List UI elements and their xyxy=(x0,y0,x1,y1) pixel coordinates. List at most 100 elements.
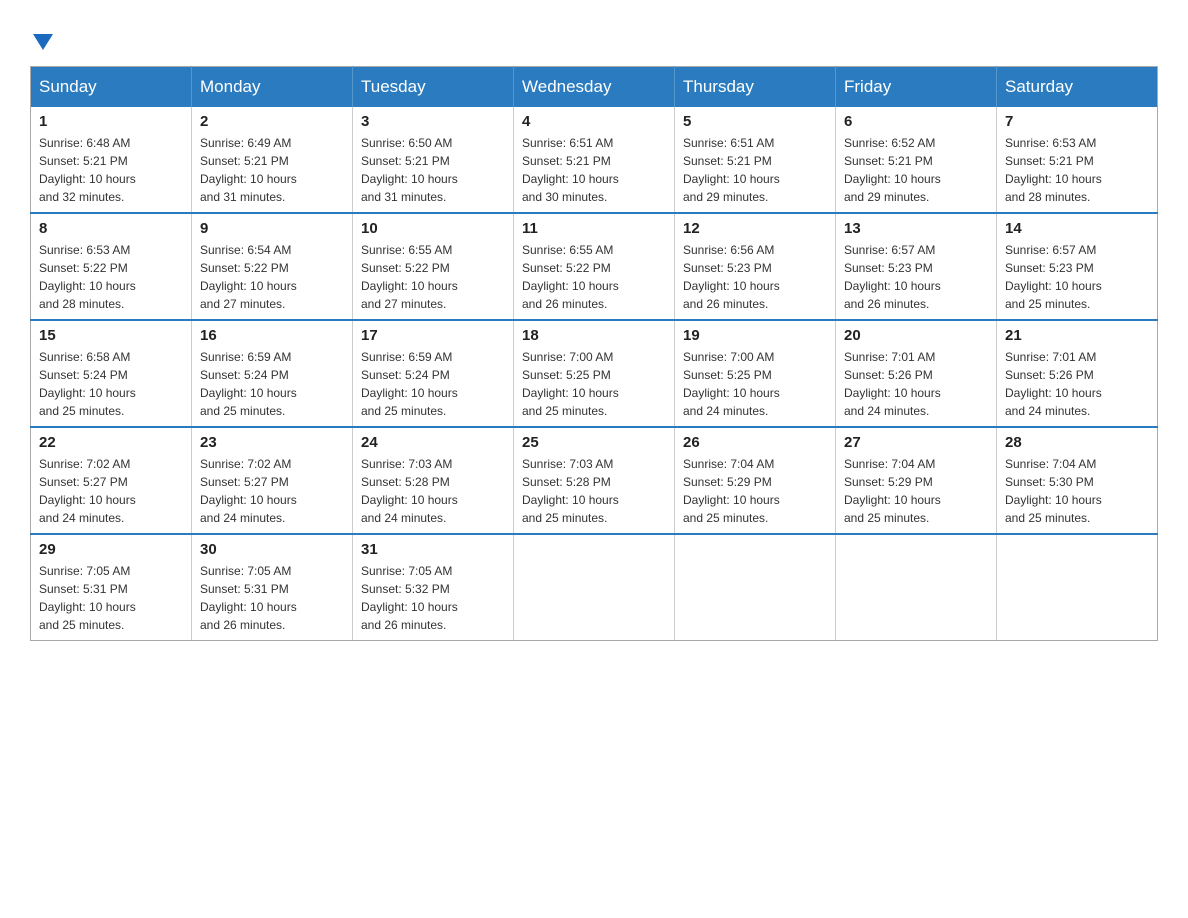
day-number: 19 xyxy=(683,327,827,344)
calendar-cell: 22 Sunrise: 7:02 AMSunset: 5:27 PMDayligh… xyxy=(31,427,192,534)
day-number: 17 xyxy=(361,327,505,344)
day-number: 6 xyxy=(844,113,988,130)
day-info: Sunrise: 7:05 AMSunset: 5:31 PMDaylight:… xyxy=(39,562,183,634)
calendar-cell: 8Sunrise: 6:53 AMSunset: 5:22 PMDaylight… xyxy=(31,213,192,320)
calendar-cell: 2 Sunrise: 6:49 AMSunset: 5:21 PMDaylight… xyxy=(192,107,353,213)
day-info: Sunrise: 6:51 AMSunset: 5:21 PMDaylight:… xyxy=(683,134,827,206)
calendar-cell: 3 Sunrise: 6:50 AMSunset: 5:21 PMDaylight… xyxy=(353,107,514,213)
calendar-cell: 4 Sunrise: 6:51 AMSunset: 5:21 PMDaylight… xyxy=(514,107,675,213)
day-info: Sunrise: 6:57 AMSunset: 5:23 PMDaylight:… xyxy=(844,241,988,313)
calendar-header-tuesday: Tuesday xyxy=(353,67,514,108)
day-number: 5 xyxy=(683,113,827,130)
calendar-table: SundayMondayTuesdayWednesdayThursdayFrid… xyxy=(30,66,1158,641)
day-number: 14 xyxy=(1005,220,1149,237)
day-info: Sunrise: 6:59 AMSunset: 5:24 PMDaylight:… xyxy=(200,348,344,420)
day-info: Sunrise: 7:03 AMSunset: 5:28 PMDaylight:… xyxy=(522,455,666,527)
day-number: 2 xyxy=(200,113,344,130)
day-number: 12 xyxy=(683,220,827,237)
day-info: Sunrise: 6:51 AMSunset: 5:21 PMDaylight:… xyxy=(522,134,666,206)
calendar-week-row: 22 Sunrise: 7:02 AMSunset: 5:27 PMDayligh… xyxy=(31,427,1158,534)
day-info: Sunrise: 6:55 AMSunset: 5:22 PMDaylight:… xyxy=(361,241,505,313)
calendar-cell: 17 Sunrise: 6:59 AMSunset: 5:24 PMDayligh… xyxy=(353,320,514,427)
day-number: 15 xyxy=(39,327,183,344)
day-info: Sunrise: 6:48 AMSunset: 5:21 PMDaylight:… xyxy=(39,134,183,206)
day-number: 8 xyxy=(39,220,183,237)
calendar-cell: 9 Sunrise: 6:54 AMSunset: 5:22 PMDaylight… xyxy=(192,213,353,320)
day-number: 25 xyxy=(522,434,666,451)
calendar-header-wednesday: Wednesday xyxy=(514,67,675,108)
day-number: 22 xyxy=(39,434,183,451)
day-info: Sunrise: 6:52 AMSunset: 5:21 PMDaylight:… xyxy=(844,134,988,206)
day-info: Sunrise: 7:00 AMSunset: 5:25 PMDaylight:… xyxy=(522,348,666,420)
day-info: Sunrise: 6:55 AMSunset: 5:22 PMDaylight:… xyxy=(522,241,666,313)
calendar-week-row: 8Sunrise: 6:53 AMSunset: 5:22 PMDaylight… xyxy=(31,213,1158,320)
calendar-cell xyxy=(836,534,997,641)
calendar-week-row: 29 Sunrise: 7:05 AMSunset: 5:31 PMDayligh… xyxy=(31,534,1158,641)
day-info: Sunrise: 7:05 AMSunset: 5:32 PMDaylight:… xyxy=(361,562,505,634)
calendar-cell: 5 Sunrise: 6:51 AMSunset: 5:21 PMDaylight… xyxy=(675,107,836,213)
calendar-cell: 13 Sunrise: 6:57 AMSunset: 5:23 PMDayligh… xyxy=(836,213,997,320)
day-number: 7 xyxy=(1005,113,1149,130)
calendar-cell: 25 Sunrise: 7:03 AMSunset: 5:28 PMDayligh… xyxy=(514,427,675,534)
calendar-header-thursday: Thursday xyxy=(675,67,836,108)
calendar-header-monday: Monday xyxy=(192,67,353,108)
calendar-cell: 1 Sunrise: 6:48 AMSunset: 5:21 PMDaylight… xyxy=(31,107,192,213)
day-number: 3 xyxy=(361,113,505,130)
calendar-cell: 19 Sunrise: 7:00 AMSunset: 5:25 PMDayligh… xyxy=(675,320,836,427)
calendar-cell: 6 Sunrise: 6:52 AMSunset: 5:21 PMDaylight… xyxy=(836,107,997,213)
day-number: 31 xyxy=(361,541,505,558)
day-number: 1 xyxy=(39,113,183,130)
day-info: Sunrise: 6:59 AMSunset: 5:24 PMDaylight:… xyxy=(361,348,505,420)
day-number: 30 xyxy=(200,541,344,558)
calendar-cell: 20 Sunrise: 7:01 AMSunset: 5:26 PMDayligh… xyxy=(836,320,997,427)
calendar-cell: 12 Sunrise: 6:56 AMSunset: 5:23 PMDayligh… xyxy=(675,213,836,320)
day-number: 27 xyxy=(844,434,988,451)
calendar-cell: 23Sunrise: 7:02 AMSunset: 5:27 PMDayligh… xyxy=(192,427,353,534)
calendar-header-row: SundayMondayTuesdayWednesdayThursdayFrid… xyxy=(31,67,1158,108)
day-number: 21 xyxy=(1005,327,1149,344)
calendar-cell: 31 Sunrise: 7:05 AMSunset: 5:32 PMDayligh… xyxy=(353,534,514,641)
day-info: Sunrise: 7:03 AMSunset: 5:28 PMDaylight:… xyxy=(361,455,505,527)
day-number: 11 xyxy=(522,220,666,237)
day-info: Sunrise: 6:54 AMSunset: 5:22 PMDaylight:… xyxy=(200,241,344,313)
calendar-cell: 14 Sunrise: 6:57 AMSunset: 5:23 PMDayligh… xyxy=(997,213,1158,320)
calendar-cell: 16 Sunrise: 6:59 AMSunset: 5:24 PMDayligh… xyxy=(192,320,353,427)
calendar-cell: 7 Sunrise: 6:53 AMSunset: 5:21 PMDaylight… xyxy=(997,107,1158,213)
day-info: Sunrise: 6:49 AMSunset: 5:21 PMDaylight:… xyxy=(200,134,344,206)
day-info: Sunrise: 7:01 AMSunset: 5:26 PMDaylight:… xyxy=(844,348,988,420)
day-number: 4 xyxy=(522,113,666,130)
day-number: 24 xyxy=(361,434,505,451)
day-info: Sunrise: 7:00 AMSunset: 5:25 PMDaylight:… xyxy=(683,348,827,420)
calendar-week-row: 1 Sunrise: 6:48 AMSunset: 5:21 PMDaylight… xyxy=(31,107,1158,213)
day-info: Sunrise: 6:53 AMSunset: 5:21 PMDaylight:… xyxy=(1005,134,1149,206)
page-header xyxy=(30,30,1158,46)
day-info: Sunrise: 7:05 AMSunset: 5:31 PMDaylight:… xyxy=(200,562,344,634)
day-number: 26 xyxy=(683,434,827,451)
calendar-cell: 24 Sunrise: 7:03 AMSunset: 5:28 PMDayligh… xyxy=(353,427,514,534)
day-info: Sunrise: 7:04 AMSunset: 5:29 PMDaylight:… xyxy=(844,455,988,527)
day-number: 28 xyxy=(1005,434,1149,451)
calendar-cell: 30 Sunrise: 7:05 AMSunset: 5:31 PMDayligh… xyxy=(192,534,353,641)
day-number: 13 xyxy=(844,220,988,237)
calendar-cell: 11 Sunrise: 6:55 AMSunset: 5:22 PMDayligh… xyxy=(514,213,675,320)
day-info: Sunrise: 7:04 AMSunset: 5:30 PMDaylight:… xyxy=(1005,455,1149,527)
day-info: Sunrise: 6:56 AMSunset: 5:23 PMDaylight:… xyxy=(683,241,827,313)
day-number: 16 xyxy=(200,327,344,344)
day-number: 20 xyxy=(844,327,988,344)
day-number: 23 xyxy=(200,434,344,451)
logo-triangle-icon xyxy=(33,34,53,50)
calendar-cell: 18 Sunrise: 7:00 AMSunset: 5:25 PMDayligh… xyxy=(514,320,675,427)
day-number: 29 xyxy=(39,541,183,558)
day-info: Sunrise: 6:57 AMSunset: 5:23 PMDaylight:… xyxy=(1005,241,1149,313)
calendar-cell: 29 Sunrise: 7:05 AMSunset: 5:31 PMDayligh… xyxy=(31,534,192,641)
calendar-header-sunday: Sunday xyxy=(31,67,192,108)
day-info: Sunrise: 7:02 AMSunset: 5:27 PMDaylight:… xyxy=(39,455,183,527)
calendar-cell xyxy=(514,534,675,641)
day-info: Sunrise: 7:04 AMSunset: 5:29 PMDaylight:… xyxy=(683,455,827,527)
calendar-cell: 27 Sunrise: 7:04 AMSunset: 5:29 PMDayligh… xyxy=(836,427,997,534)
day-info: Sunrise: 6:50 AMSunset: 5:21 PMDaylight:… xyxy=(361,134,505,206)
day-number: 18 xyxy=(522,327,666,344)
calendar-cell: 28 Sunrise: 7:04 AMSunset: 5:30 PMDayligh… xyxy=(997,427,1158,534)
day-number: 10 xyxy=(361,220,505,237)
day-number: 9 xyxy=(200,220,344,237)
